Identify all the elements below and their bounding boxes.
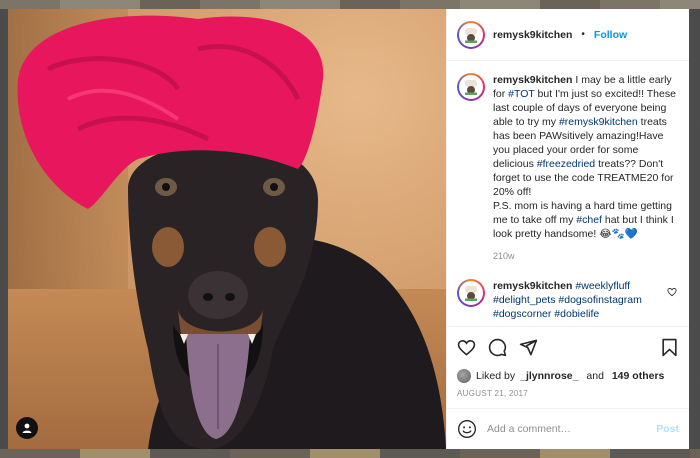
post-actions-bar (447, 327, 689, 367)
avatar[interactable] (457, 73, 485, 101)
backdrop-bottom-strip (0, 449, 700, 458)
likes-others-link[interactable]: 149 others (612, 370, 665, 382)
avatar[interactable] (457, 279, 485, 307)
hashtag-link[interactable]: #remysk9kitchen (559, 116, 638, 128)
likes-middle: and (583, 370, 607, 382)
hashtag-link[interactable]: #dobielife (554, 308, 599, 320)
post-photo[interactable] (8, 9, 446, 449)
share-paper-plane-icon[interactable] (519, 338, 538, 357)
post-side-panel: remysk9kitchen • Follow remysk9kitchenI (446, 9, 689, 449)
comment-bubble-icon[interactable] (488, 338, 507, 357)
add-comment-bar: Post (447, 409, 689, 449)
hashtag-link[interactable]: #weeklyfluff (575, 280, 630, 292)
hashtag-link[interactable]: #dogsofinstagram (558, 294, 641, 306)
chef-dog-logo-icon (465, 27, 477, 43)
backdrop-top-strip (0, 0, 700, 9)
likes-summary: Liked by _jlynnrose_ and 149 others (447, 367, 689, 385)
dog-in-chef-hat-image (17, 15, 446, 449)
likes-prefix: Liked by (476, 370, 516, 382)
avatar-image (459, 75, 483, 99)
avatar-image (459, 281, 483, 305)
chef-dog-logo-icon (465, 80, 477, 95)
comment-text: remysk9kitchen #weeklyfluff #delight_pets… (493, 279, 679, 321)
caption-segments: I may be a little early for #TOT but I'm… (493, 74, 679, 240)
hashtag-link[interactable]: #freezedried (537, 158, 595, 170)
hashtag-link[interactable]: #chef (576, 214, 602, 226)
hashtag-link[interactable]: #delight_pets (493, 294, 555, 306)
post-comment-button[interactable]: Post (656, 423, 679, 435)
liker-avatar[interactable] (457, 369, 471, 383)
header-separator: • (581, 29, 585, 40)
emoji-smiley-icon[interactable] (457, 419, 477, 439)
hashtag-link[interactable]: #dogscorner (493, 308, 551, 320)
tagged-user-button[interactable] (16, 417, 38, 439)
follow-button[interactable]: Follow (594, 29, 627, 41)
save-bookmark-icon[interactable] (660, 338, 679, 357)
avatar[interactable] (457, 20, 485, 49)
like-heart-icon[interactable] (457, 338, 476, 357)
hashtag-link[interactable]: #TOT (508, 88, 534, 100)
post-header: remysk9kitchen • Follow (447, 9, 689, 61)
liker-username[interactable]: _jlynnrose_ (520, 370, 578, 382)
comment-like-heart-icon[interactable] (667, 287, 677, 297)
comment-username[interactable]: remysk9kitchen (493, 280, 572, 292)
chef-dog-logo-icon (465, 286, 477, 301)
caption-age[interactable]: 210w (493, 251, 679, 261)
comment-item: remysk9kitchen #weeklyfluff #delight_pets… (457, 279, 679, 321)
caption-username[interactable]: remysk9kitchen (493, 74, 572, 86)
caption-text: remysk9kitchen I may be a little early fo… (493, 73, 679, 241)
comment-input[interactable] (487, 423, 647, 435)
comments-list[interactable]: remysk9kitchen I may be a little early fo… (447, 61, 689, 327)
post-date[interactable]: AUGUST 21, 2017 (447, 385, 689, 409)
user-profile-icon (22, 423, 32, 433)
header-username[interactable]: remysk9kitchen (493, 29, 572, 41)
post-modal: remysk9kitchen • Follow remysk9kitchenI (8, 9, 689, 449)
avatar-image (459, 22, 483, 47)
caption-comment: remysk9kitchen I may be a little early fo… (457, 73, 679, 261)
